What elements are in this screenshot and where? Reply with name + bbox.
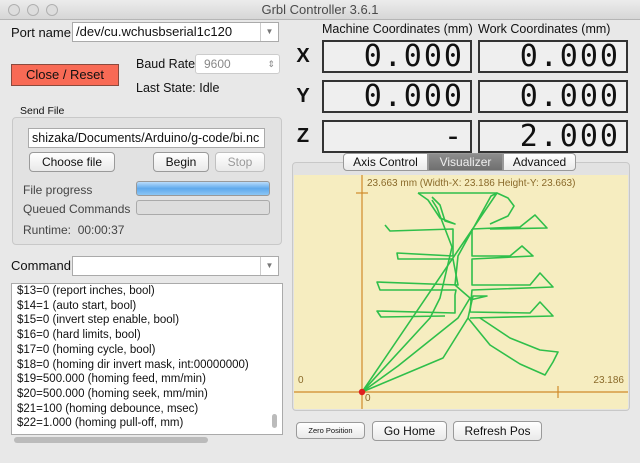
command-label: Command (11, 258, 71, 273)
minimize-window-button[interactable] (27, 4, 39, 16)
machine-x-display: 0.000 (322, 40, 472, 73)
state-label: Last State: (136, 81, 196, 95)
go-home-button[interactable]: Go Home (372, 421, 447, 441)
log-line: $16=0 (hard limits, bool) (17, 329, 141, 342)
y-origin-label: 0 (365, 393, 371, 404)
toolpath (361, 192, 559, 393)
x-max-label: 23.186 (593, 375, 624, 386)
queued-label: Queued Commands (23, 202, 131, 216)
log-line: $22=1.000 (homing pull-off, mm) (17, 417, 184, 430)
toolpath-segment (361, 192, 498, 393)
zero-position-button[interactable]: Zero Position (296, 422, 365, 439)
refresh-pos-button[interactable]: Refresh Pos (453, 421, 542, 441)
axis-label-x: X (296, 45, 310, 67)
x-min-label: 0 (298, 375, 304, 386)
send-file-label: Send File (20, 105, 65, 117)
begin-button[interactable]: Begin (153, 152, 209, 172)
file-path-field[interactable]: shizaka/Documents/Arduino/g-code/bi.nc (28, 128, 265, 148)
file-progress-label: File progress (23, 183, 93, 197)
state-value: Idle (199, 81, 220, 95)
toolpath-segment (469, 214, 554, 319)
window-title: Grbl Controller 3.6.1 (261, 2, 379, 17)
work-x-display: 0.000 (478, 40, 628, 73)
stop-button[interactable]: Stop (215, 152, 265, 172)
log-line: $13=0 (report inches, bool) (17, 285, 155, 297)
port-label: Port name (11, 25, 71, 40)
close-reset-button[interactable]: Close / Reset (11, 64, 119, 86)
visualizer-canvas[interactable]: 23.663 mm (Width-X: 23.186 Height-Y: 23.… (294, 175, 628, 409)
choose-file-button[interactable]: Choose file (29, 152, 115, 172)
port-select[interactable]: /dev/cu.wchusbserial1c120 ▼ (72, 22, 279, 42)
visualizer-header: 23.663 mm (Width-X: 23.186 Height-Y: 23.… (367, 178, 576, 189)
work-y-display: 0.000 (478, 80, 628, 113)
work-z-display: 2.000 (478, 120, 628, 153)
queued-bar (136, 200, 270, 215)
horizontal-scrollbar[interactable] (14, 437, 208, 443)
log-line: $18=0 (homing dir invert mask, int:00000… (17, 358, 249, 371)
log-line: $21=100 (homing debounce, msec) (17, 402, 199, 415)
toolpath-svg (294, 175, 628, 409)
machine-y-display: 0.000 (322, 80, 472, 113)
vertical-scrollbar[interactable] (272, 414, 277, 428)
toolpath-segment (467, 317, 559, 376)
stepper-icon: ⇕ (267, 59, 275, 69)
machine-z-display: - 1.000 (322, 120, 472, 182)
command-input[interactable]: ▼ (72, 256, 279, 276)
tab-axis-control[interactable]: Axis Control (343, 153, 428, 171)
port-value: /dev/cu.wchusbserial1c120 (76, 24, 233, 39)
work-coords-header: Work Coordinates (mm) (478, 22, 611, 36)
baud-value: 9600 (204, 57, 231, 71)
file-progress-bar (136, 181, 270, 196)
log-line: $20=500.000 (homing seek, mm/min) (17, 387, 208, 400)
last-state: Last State: Idle (136, 81, 219, 95)
runtime: Runtime: 00:00:37 (23, 223, 124, 237)
chevron-down-icon: ▼ (260, 23, 278, 41)
tab-visualizer[interactable]: Visualizer (428, 153, 503, 171)
log-line: $15=0 (invert step enable, bool) (17, 314, 180, 327)
log-line: $14=1 (auto start, bool) (17, 299, 137, 312)
zoom-window-button[interactable] (46, 4, 58, 16)
axis-label-y: Y (296, 85, 310, 107)
log-line: $19=500.000 (homing feed, mm/min) (17, 373, 206, 386)
close-window-button[interactable] (8, 4, 20, 16)
axis-label-z: Z (296, 125, 310, 147)
log-line: $17=0 (homing cycle, bool) (17, 343, 156, 356)
baud-select[interactable]: 9600 ⇕ (195, 54, 280, 74)
title-bar: Grbl Controller 3.6.1 (0, 0, 640, 20)
chevron-down-icon: ▼ (260, 257, 278, 275)
tab-advanced[interactable]: Advanced (503, 153, 576, 171)
log-list: $13=0 (report inches, bool) $14=1 (auto s… (11, 283, 283, 435)
baud-label: Baud Rate (136, 57, 196, 71)
machine-coords-header: Machine Coordinates (mm) (322, 22, 473, 36)
runtime-value: 00:00:37 (77, 223, 125, 237)
runtime-label: Runtime: (23, 223, 72, 237)
